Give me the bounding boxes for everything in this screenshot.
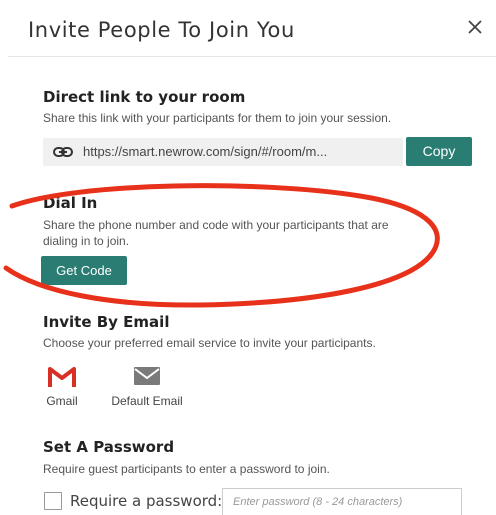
default-email-label: Default Email: [111, 394, 183, 408]
default-email-option[interactable]: Default Email: [102, 366, 192, 408]
copy-button[interactable]: Copy: [406, 137, 472, 166]
require-password-checkbox[interactable]: [44, 492, 62, 510]
password-input[interactable]: [222, 488, 462, 515]
close-icon[interactable]: [462, 14, 488, 40]
dial-in-description-line1: Share the phone number and code with you…: [43, 218, 389, 232]
direct-link-description: Share this link with your participants f…: [43, 111, 392, 125]
room-link-field[interactable]: https://smart.newrow.com/sign/#/room/m..…: [43, 138, 403, 166]
gmail-option[interactable]: Gmail: [42, 366, 82, 408]
dial-in-description-line2: dialing in to join.: [43, 234, 130, 248]
envelope-icon: [102, 366, 192, 390]
invite-email-description: Choose your preferred email service to i…: [43, 336, 376, 350]
set-password-title: Set A Password: [43, 438, 175, 456]
get-code-button[interactable]: Get Code: [41, 256, 127, 285]
gmail-label: Gmail: [46, 394, 78, 408]
dialog-header: Invite People To Join You: [8, 0, 496, 57]
dialog-title: Invite People To Join You: [28, 18, 295, 42]
invite-email-title: Invite By Email: [43, 313, 170, 331]
room-link-url: https://smart.newrow.com/sign/#/room/m..…: [83, 144, 328, 159]
require-password-label: Require a password:: [70, 492, 223, 510]
set-password-description: Require guest participants to enter a pa…: [43, 462, 330, 476]
link-icon: [53, 144, 73, 160]
direct-link-title: Direct link to your room: [43, 88, 246, 106]
invite-dialog: Invite People To Join You Direct link to…: [8, 0, 496, 515]
dial-in-title: Dial In: [43, 194, 98, 212]
gmail-icon: [42, 366, 82, 390]
